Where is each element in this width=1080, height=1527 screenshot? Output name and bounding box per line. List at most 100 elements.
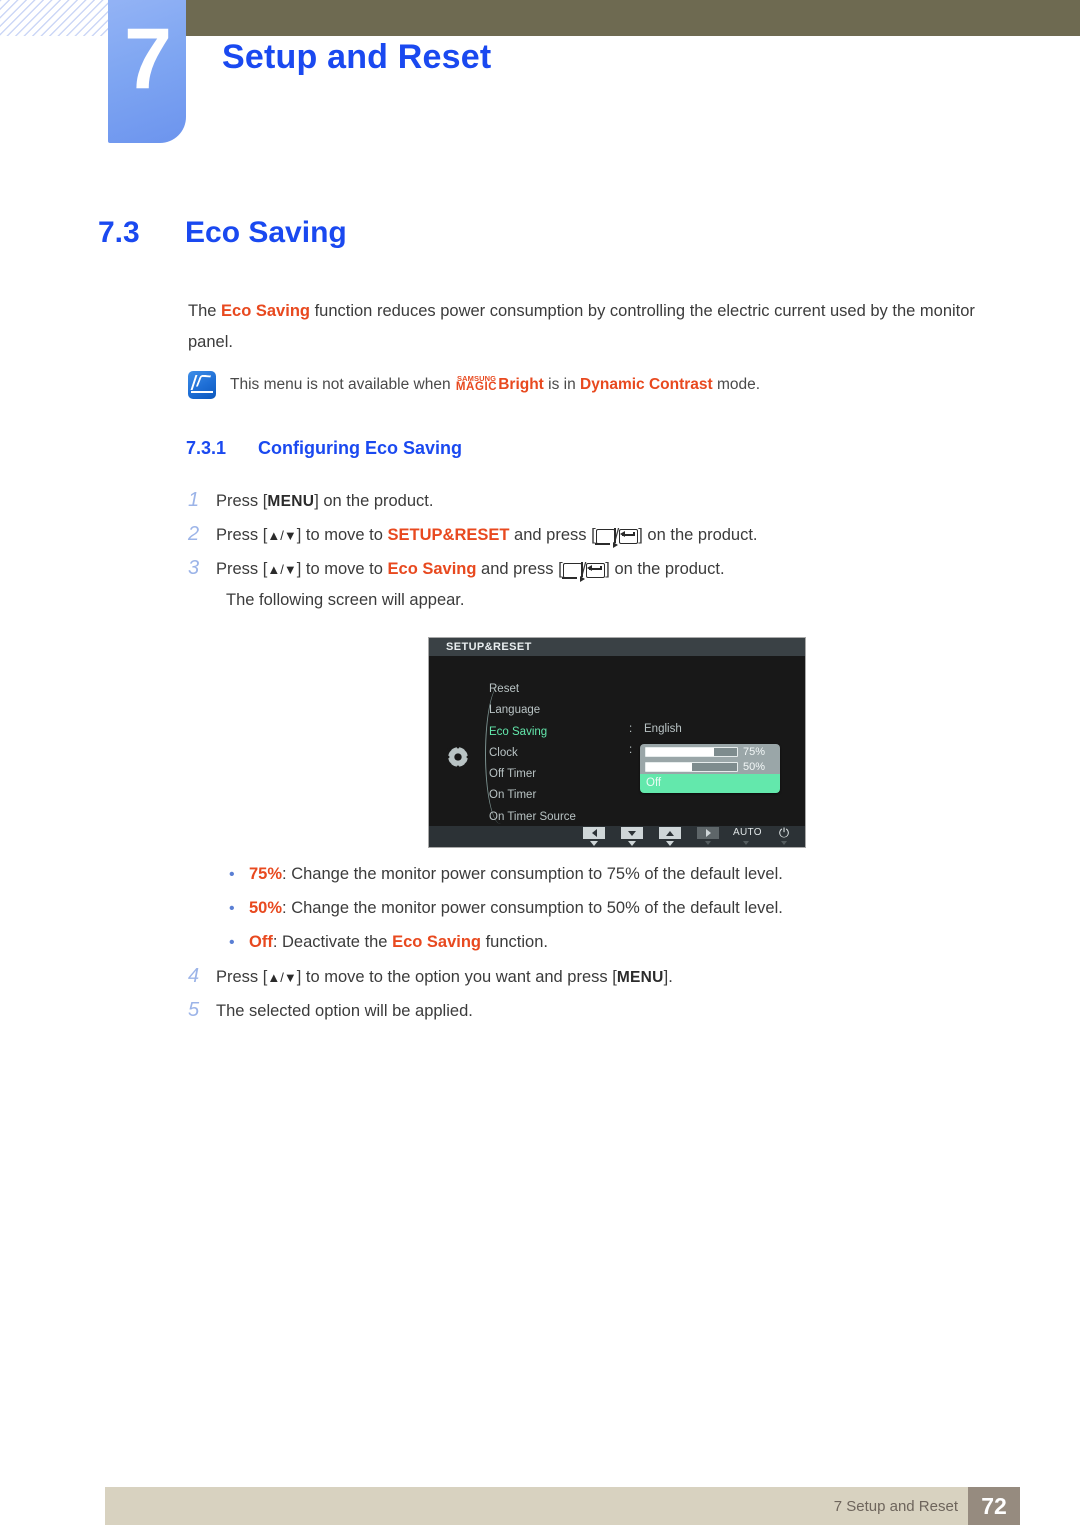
samsung-magic-logo: SAMSUNG MAGIC — [456, 375, 497, 393]
intro-paragraph: The Eco Saving function reduces power co… — [188, 296, 988, 358]
enter-key-icon — [619, 529, 639, 544]
osd-eco-saving-popup: 75% 50% Off — [640, 744, 780, 793]
osd-down-button[interactable] — [619, 827, 645, 846]
osd-up-button[interactable] — [657, 827, 683, 846]
menu-key-label: MENU — [616, 969, 664, 986]
osd-option-off[interactable]: Off — [640, 774, 780, 793]
step-2-number: 2 — [188, 523, 200, 545]
gear-icon — [445, 744, 471, 770]
section-title: Eco Saving — [185, 216, 347, 249]
osd-auto-label: AUTO — [733, 827, 762, 838]
step-3: 3 Press [▲/▼] to move to Eco Saving and … — [188, 557, 725, 582]
document-page: 7 Setup and Reset 7.3 Eco Saving The Eco… — [0, 0, 1080, 1527]
osd-item-language[interactable]: Language — [489, 700, 669, 721]
slider-75-track[interactable] — [645, 746, 738, 757]
power-icon: ⏻ — [778, 825, 790, 840]
step-1-pre: Press [ — [216, 492, 268, 510]
osd-language-value: English — [644, 723, 682, 735]
osd-item-reset[interactable]: Reset — [489, 679, 669, 700]
bullet-marker: • — [229, 934, 235, 951]
step-3-mid: ] to move to — [296, 560, 388, 578]
slider-50-label: 50% — [743, 760, 766, 773]
bullet-50-text: 50%: Change the monitor power consumptio… — [249, 896, 783, 920]
footer-page-number: 72 — [968, 1487, 1020, 1525]
subsection-title: Configuring Eco Saving — [258, 438, 463, 458]
bullet-off-label: Off — [249, 933, 273, 951]
step-5: 5 The selected option will be applied. — [188, 999, 473, 1023]
slider-75-label: 75% — [743, 745, 766, 758]
up-down-arrows-key: ▲/▼ — [267, 528, 297, 543]
slider-75-fill — [646, 747, 715, 756]
mode-keyword: Dynamic Contrast — [580, 376, 713, 393]
step-3-text: Press [▲/▼] to move to Eco Saving and pr… — [216, 557, 725, 582]
step-4-number: 4 — [188, 965, 200, 987]
bullet-50-desc: : Change the monitor power consumption t… — [282, 899, 783, 917]
up-down-arrows-key: ▲/▼ — [267, 562, 297, 577]
intro-keyword: Eco Saving — [221, 302, 310, 320]
note-text: This menu is not available when SAMSUNG M… — [230, 370, 760, 397]
bullet-off-post: function. — [481, 933, 548, 951]
up-down-arrows-key: ▲/▼ — [267, 970, 297, 985]
step-1-text: Press [MENU] on the product. — [216, 489, 433, 514]
osd-right-button[interactable] — [695, 827, 721, 845]
section-number: 7.3 — [98, 216, 140, 249]
step-1: 1 Press [MENU] on the product. — [188, 489, 433, 514]
bullet-75-label: 75% — [249, 865, 283, 883]
menu-key-label: MENU — [267, 493, 315, 510]
note-text-mid: is in — [543, 376, 581, 393]
step-4-post: ]. — [663, 968, 673, 986]
step-2-post: ] on the product. — [638, 526, 758, 544]
note-block: This menu is not available when SAMSUNG M… — [188, 370, 988, 399]
bullet-off-pre: : Deactivate the — [272, 933, 393, 951]
slider-50-track[interactable] — [645, 761, 738, 772]
bullet-marker: • — [229, 866, 235, 883]
osd-title: SETUP&RESET — [429, 638, 805, 656]
bullet-75-desc: : Change the monitor power consumption t… — [282, 865, 783, 883]
osd-power-button[interactable]: ⏻ — [771, 825, 797, 845]
note-text-after: mode. — [712, 376, 761, 393]
step-2-pre: Press [ — [216, 526, 268, 544]
note-text-before: This menu is not available when — [230, 376, 455, 393]
bullet-off: • Off: Deactivate the Eco Saving functio… — [229, 930, 548, 954]
step-2-mid2: and press [ — [509, 526, 596, 544]
step-5-text: The selected option will be applied. — [216, 1002, 473, 1020]
bullet-off-text: Off: Deactivate the Eco Saving function. — [249, 930, 548, 954]
osd-item-eco-saving[interactable]: Eco Saving — [489, 722, 669, 743]
intro-text-before: The — [188, 302, 222, 320]
subsection-number: 7.3.1 — [186, 438, 227, 458]
chapter-title: Setup and Reset — [222, 38, 492, 76]
step-1-post: ] on the product. — [314, 492, 434, 510]
osd-option-75[interactable]: 75% — [640, 744, 780, 759]
step-3-number: 3 — [188, 557, 200, 579]
source-key-icon — [594, 528, 618, 548]
note-pencil-icon — [188, 371, 216, 399]
source-key-icon — [561, 562, 585, 582]
osd-colon-language: : — [629, 723, 633, 735]
osd-item-on-timer-source[interactable]: On Timer Source — [489, 807, 669, 828]
step-4-text: Press [▲/▼] to move to the option you wa… — [216, 965, 673, 990]
hatch-decoration — [0, 0, 112, 36]
osd-footer-bar: AUTO ⏻ — [429, 826, 805, 847]
bullet-75: • 75%: Change the monitor power consumpt… — [229, 862, 783, 886]
footer-chapter-label: 7 Setup and Reset — [833, 1498, 958, 1515]
osd-colon-eco: : — [629, 744, 633, 756]
step-4-mid: ] to move to the option you want and pre… — [296, 968, 617, 986]
osd-auto-button[interactable]: AUTO — [733, 827, 762, 845]
header-olive-bar — [185, 0, 1080, 36]
bullet-off-keyword: Eco Saving — [392, 933, 482, 951]
setup-reset-keyword: SETUP&RESET — [387, 526, 510, 544]
bullet-50: • 50%: Change the monitor power consumpt… — [229, 896, 783, 920]
slider-50-fill — [646, 762, 692, 771]
step-4: 4 Press [▲/▼] to move to the option you … — [188, 965, 673, 990]
bright-keyword: Bright — [498, 376, 544, 393]
osd-option-50[interactable]: 50% — [640, 759, 780, 774]
bullet-75-text: 75%: Change the monitor power consumptio… — [249, 862, 783, 886]
step-2-mid: ] to move to — [296, 526, 388, 544]
chapter-number: 7 — [124, 11, 172, 107]
osd-left-button[interactable] — [581, 827, 607, 846]
step-2: 2 Press [▲/▼] to move to SETUP&RESET and… — [188, 523, 758, 548]
bullet-50-label: 50% — [249, 899, 283, 917]
step-1-number: 1 — [188, 489, 200, 511]
step-5-number: 5 — [188, 999, 200, 1021]
osd-screenshot: SETUP&RESET Reset Language Eco Saving Cl… — [428, 637, 806, 848]
